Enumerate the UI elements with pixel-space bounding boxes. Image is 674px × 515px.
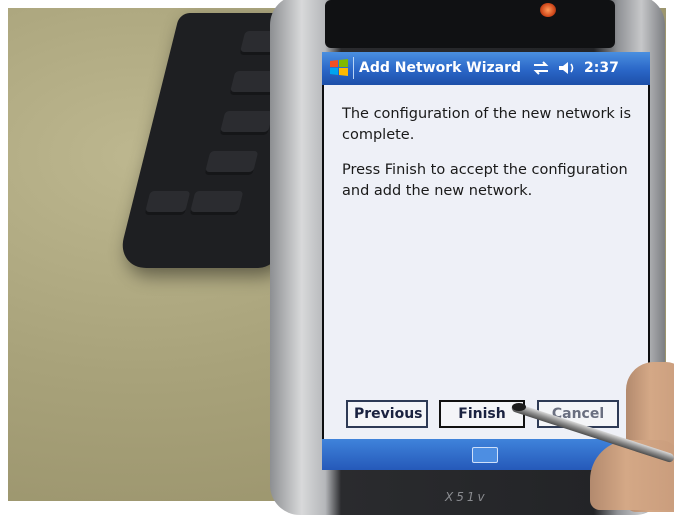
windows-start-icon[interactable] xyxy=(328,57,350,79)
keyboard-key xyxy=(219,111,274,135)
keyboard-key xyxy=(189,191,244,215)
title-separator xyxy=(353,57,354,79)
completion-message: The configuration of the new network is … xyxy=(342,106,632,143)
title-bar: Add Network Wizard 2:37 xyxy=(322,52,650,85)
device-model-label: X51v xyxy=(445,490,488,504)
window-title: Add Network Wizard xyxy=(359,60,522,76)
clock[interactable]: 2:37 xyxy=(584,60,619,76)
stylus-tip xyxy=(512,403,526,411)
notification-led xyxy=(540,3,556,17)
connectivity-arrows-icon[interactable] xyxy=(532,60,550,76)
instruction-message: Press Finish to accept the configuration… xyxy=(342,162,628,199)
pda-screen: Add Network Wizard 2:37 The configuratio… xyxy=(322,52,650,470)
keyboard-icon[interactable] xyxy=(472,447,498,463)
keyboard-key xyxy=(144,191,191,215)
speaker-volume-icon[interactable] xyxy=(557,60,577,76)
wizard-content: The configuration of the new network is … xyxy=(342,104,637,216)
keyboard-key xyxy=(204,151,259,175)
previous-button[interactable]: Previous xyxy=(346,400,428,428)
device-top-bezel xyxy=(325,0,615,48)
